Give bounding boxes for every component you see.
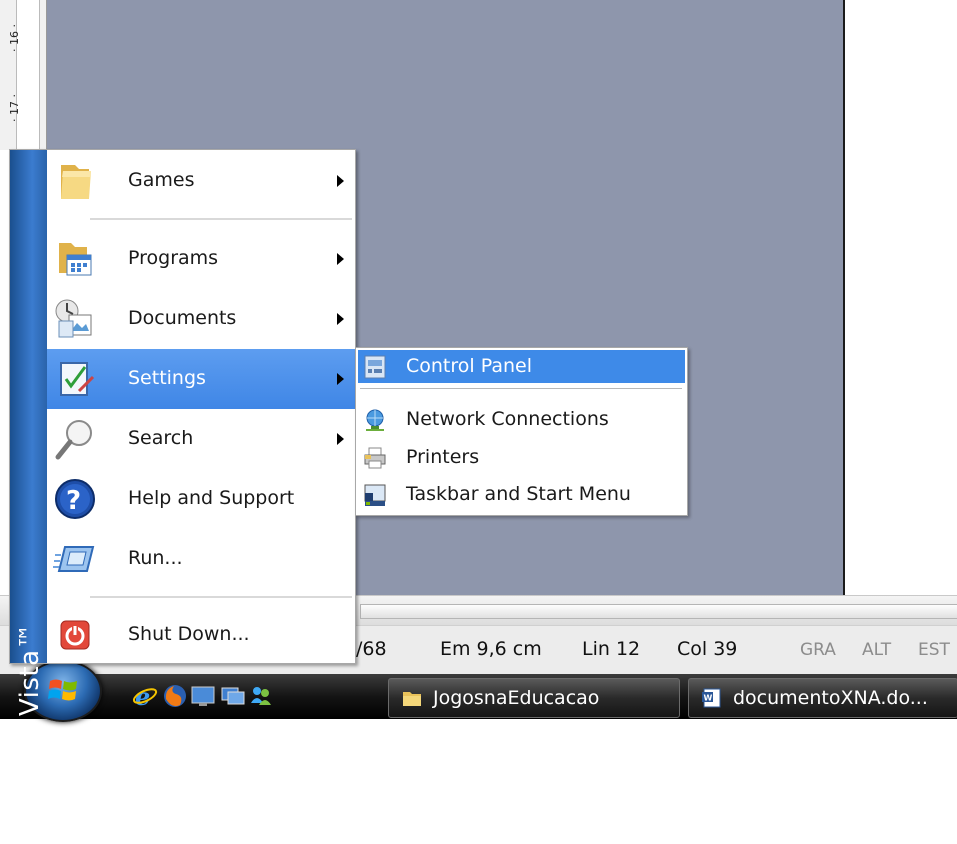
internet-explorer-icon[interactable]: e	[132, 683, 158, 709]
menu-item-search[interactable]: Search	[47, 409, 355, 469]
status-ext[interactable]: EST	[918, 640, 950, 660]
menu-item-label: Games	[128, 169, 195, 191]
menu-item-run[interactable]: Run...	[47, 529, 355, 589]
status-rec[interactable]: GRA	[800, 640, 836, 660]
menu-separator	[90, 596, 352, 599]
firefox-icon[interactable]	[162, 683, 188, 709]
status-line: Lin 12	[582, 638, 641, 660]
start-menu: Windows Vista™ Games Programs Documents …	[9, 149, 356, 844]
network-icon	[366, 409, 384, 431]
menu-item-label: Programs	[128, 247, 219, 269]
settings-checklist-icon	[60, 362, 95, 396]
submenu-arrow-icon	[337, 253, 344, 265]
submenu-item-network-connections[interactable]: Network Connections	[358, 403, 685, 436]
windows-logo-icon	[48, 679, 77, 701]
submenu-item-label: Printers	[406, 446, 480, 468]
vertical-ruler: · 16 · · 17 ·	[0, 0, 47, 150]
submenu-arrow-icon	[337, 175, 344, 187]
submenu-arrow-icon	[337, 313, 344, 325]
folder-icon	[403, 692, 421, 706]
menu-item-label: Shut Down...	[128, 623, 250, 645]
documents-icon	[55, 299, 92, 338]
menu-item-label: Run...	[128, 547, 183, 569]
printer-icon	[364, 447, 386, 469]
brand-text: Windows Vista™	[15, 623, 45, 844]
status-column: Col 39	[677, 638, 738, 660]
submenu-arrow-icon	[337, 373, 344, 385]
taskbar-button-documentoxna[interactable]: W documentoXNA.do...	[688, 678, 957, 718]
taskbar-settings-icon	[364, 484, 386, 506]
menu-item-settings[interactable]: Settings	[47, 349, 355, 409]
svg-text:W: W	[704, 694, 713, 703]
games-folder-icon	[61, 165, 91, 199]
submenu-separator	[360, 388, 682, 390]
word-document-icon: W	[702, 688, 721, 708]
taskbar-button-label: documentoXNA.do...	[733, 687, 928, 709]
menu-item-label: Settings	[128, 367, 206, 389]
brand-band: Windows Vista™	[10, 150, 47, 844]
control-panel-icon	[364, 355, 386, 379]
power-icon	[60, 620, 90, 650]
switch-windows-icon[interactable]	[220, 683, 246, 709]
status-position: Em 9,6 cm	[440, 638, 542, 660]
messenger-icon[interactable]	[248, 683, 274, 709]
menu-item-programs[interactable]: Programs	[47, 229, 355, 289]
document-edge	[843, 0, 845, 595]
scroll-thumb[interactable]	[360, 604, 957, 619]
menu-item-help-and-support[interactable]: ? Help and Support	[47, 469, 355, 529]
menu-item-shut-down[interactable]: Shut Down...	[47, 605, 355, 665]
submenu-item-control-panel[interactable]: Control Panel	[358, 350, 685, 383]
search-magnifier-icon	[55, 420, 92, 460]
submenu-item-label: Network Connections	[406, 408, 609, 430]
status-trk[interactable]: ALT	[862, 640, 891, 660]
menu-item-label: Search	[128, 427, 194, 449]
programs-icon	[59, 243, 92, 276]
submenu-item-printers[interactable]: Printers	[358, 441, 685, 474]
submenu-item-taskbar-and-start-menu[interactable]: Taskbar and Start Menu	[358, 478, 685, 511]
show-desktop-icon[interactable]	[190, 683, 216, 709]
settings-submenu: Control Panel Network Connections Printe…	[355, 347, 688, 516]
status-page: /68	[356, 638, 387, 660]
menu-item-games[interactable]: Games	[47, 151, 355, 211]
submenu-arrow-icon	[337, 433, 344, 445]
submenu-item-label: Control Panel	[406, 355, 532, 377]
run-icon	[53, 546, 95, 572]
taskbar-button-label: JogosnaEducacao	[433, 687, 600, 709]
svg-text:?: ?	[66, 486, 81, 516]
ruler-mark-17: · 17 ·	[8, 94, 21, 122]
menu-separator	[90, 218, 352, 221]
menu-item-label: Documents	[128, 307, 237, 329]
taskbar-button-jogosnaeducacao[interactable]: JogosnaEducacao	[388, 678, 680, 718]
submenu-item-label: Taskbar and Start Menu	[406, 483, 631, 505]
menu-item-documents[interactable]: Documents	[47, 289, 355, 349]
help-icon: ?	[55, 479, 95, 519]
menu-item-label: Help and Support	[128, 487, 295, 509]
